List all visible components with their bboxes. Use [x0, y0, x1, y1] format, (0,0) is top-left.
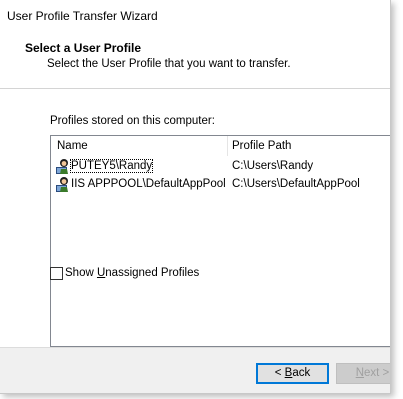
column-header-profile-path[interactable]: Profile Path: [232, 140, 291, 152]
list-item[interactable]: PUTEY5\Randy C:\Users\Randy: [51, 158, 390, 175]
wizard-window: User Profile Transfer Wizard Select a Us…: [0, 0, 391, 394]
column-divider[interactable]: [227, 136, 228, 156]
show-unassigned-checkbox[interactable]: [50, 267, 63, 280]
profile-name: IIS APPPOOL\DefaultAppPool: [71, 178, 226, 190]
back-button[interactable]: < Back: [256, 363, 329, 384]
profiles-label: Profiles stored on this computer:: [50, 115, 215, 127]
footer-divider: [0, 347, 390, 348]
show-unassigned-label[interactable]: Show Unassigned Profiles: [65, 267, 199, 279]
wizard-body: Profiles stored on this computer: Name P…: [0, 89, 390, 347]
page-title: Select a User Profile: [25, 41, 142, 55]
list-item[interactable]: IIS APPPOOL\DefaultAppPool C:\Users\Defa…: [51, 176, 390, 193]
user-profile-icon: [56, 159, 68, 174]
user-profile-icon: [56, 177, 68, 192]
profiles-list[interactable]: Name Profile Path PUTEY5\Randy C:\Users\…: [50, 135, 390, 347]
window-title: User Profile Transfer Wizard: [7, 9, 158, 23]
profile-path: C:\Users\Randy: [232, 160, 314, 172]
next-button[interactable]: Next >: [336, 363, 390, 384]
profile-path: C:\Users\DefaultAppPool: [232, 178, 360, 190]
list-header: Name Profile Path: [51, 136, 390, 156]
profile-name: PUTEY5\Randy: [69, 159, 154, 173]
column-header-name[interactable]: Name: [57, 140, 88, 152]
wizard-header: Select a User Profile Select the User Pr…: [0, 30, 390, 89]
title-bar: User Profile Transfer Wizard: [0, 0, 390, 30]
page-subtitle: Select the User Profile that you want to…: [47, 58, 291, 70]
